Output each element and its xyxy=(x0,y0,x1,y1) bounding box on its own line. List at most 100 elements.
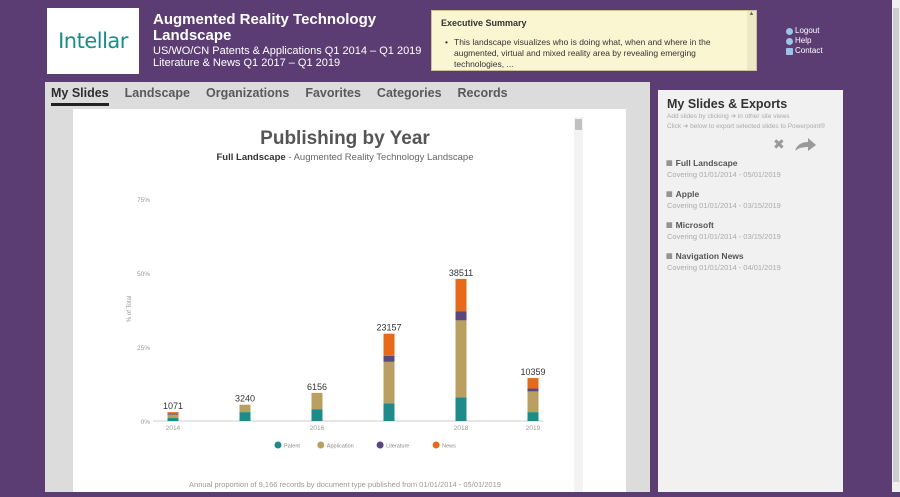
tab-landscape[interactable]: Landscape xyxy=(125,86,190,106)
slide-name-row: ▦ Full Landscape xyxy=(666,158,781,168)
bar-total-label: 38511 xyxy=(449,268,473,278)
export-arrow-icon[interactable] xyxy=(793,137,817,153)
x-tick-label: 2014 xyxy=(166,425,181,432)
bar-segment-patent[interactable] xyxy=(527,412,539,421)
legend-swatch xyxy=(432,441,440,449)
top-links: Logout Help Contact xyxy=(786,26,823,56)
bar-segment-application[interactable] xyxy=(311,392,323,410)
chart-card: Publishing by Year Full Landscape - Augm… xyxy=(73,109,626,492)
legend-label: Application xyxy=(327,444,354,450)
legend-label: Literature xyxy=(386,444,409,450)
bar-segment-application[interactable] xyxy=(167,414,179,419)
bar-segment-patent[interactable] xyxy=(239,412,251,421)
bar-segment-news[interactable] xyxy=(383,333,395,356)
logo-text: Intellar xyxy=(58,29,128,53)
legend-swatch xyxy=(274,441,282,449)
bar-segment-patent[interactable] xyxy=(167,418,179,421)
side-note-line-2: Click ➔ below to export selected slides … xyxy=(667,123,826,130)
legend-swatch xyxy=(376,441,384,449)
executive-summary-body: This landscape visualizes who is doing w… xyxy=(445,37,744,70)
bar-segment-application[interactable] xyxy=(239,404,251,413)
bar-total-label: 6156 xyxy=(307,382,327,392)
help-icon xyxy=(786,37,793,45)
page-subtitle: US/WO/CN Patents & Applications Q1 2014 … xyxy=(153,45,421,69)
bar-segment-news[interactable] xyxy=(167,412,179,414)
bar-segment-patent[interactable] xyxy=(311,409,323,421)
bar-segment-literature[interactable] xyxy=(383,355,395,362)
list-item[interactable]: ▦ Full Landscape Covering 01/01/2014 - 05… xyxy=(666,158,781,179)
slide-range: Covering 01/01/2014 - 03/15/2019 xyxy=(667,232,781,241)
logout-link[interactable]: Logout xyxy=(786,26,823,36)
page-title: Augmented Reality Technology Landscape xyxy=(153,11,377,44)
bar-segment-news[interactable] xyxy=(455,278,467,312)
tab-organizations[interactable]: Organizations xyxy=(206,86,289,106)
bar-segment-literature[interactable] xyxy=(455,311,467,321)
executive-summary-box[interactable]: Executive Summary This landscape visuali… xyxy=(431,10,757,71)
slide-name-row: ▦ Apple xyxy=(666,189,781,199)
x-tick-label: 2018 xyxy=(454,425,469,432)
remove-slides-icon[interactable]: ✖ xyxy=(773,136,785,153)
building-icon: ▦ xyxy=(666,253,673,260)
chart-legend: Patent Application Literature News xyxy=(274,441,456,450)
slide-range: Covering 01/01/2014 - 04/01/2019 xyxy=(667,263,781,272)
chart-bars: 1071 3240 6156 23157 38511 10359 xyxy=(163,268,546,421)
chart-scrollbar[interactable] xyxy=(574,117,583,492)
legend-label: Patent xyxy=(284,444,300,450)
chart-title: Publishing by Year xyxy=(260,128,430,149)
chart-subtitle: Full Landscape - Augmented Reality Techn… xyxy=(217,152,474,163)
list-item[interactable]: ▦ Apple Covering 01/01/2014 - 03/15/2019 xyxy=(666,189,781,210)
chart-scrollbar-thumb[interactable] xyxy=(575,119,582,130)
tab-records[interactable]: Records xyxy=(458,86,508,106)
bar-segment-application[interactable] xyxy=(455,320,467,398)
x-tick-label: 2019 xyxy=(526,425,541,432)
logout-label: Logout xyxy=(795,26,820,35)
slide-name: Apple xyxy=(675,189,700,199)
executive-summary-title: Executive Summary xyxy=(441,18,527,28)
slide-name: Full Landscape xyxy=(675,158,738,168)
side-actions: ✖ xyxy=(773,136,817,153)
tab-categories[interactable]: Categories xyxy=(377,86,442,106)
slide-name-row: ▦ Microsoft xyxy=(666,220,781,230)
main-panel: My Slides Landscape Organizations Favori… xyxy=(45,82,650,492)
page-scrollbar-thumb[interactable] xyxy=(893,8,899,482)
tab-my-slides[interactable]: My Slides xyxy=(51,86,109,106)
y-tick-label: 50% xyxy=(137,271,150,278)
bar-segment-news[interactable] xyxy=(527,378,539,389)
bar-segment-application[interactable] xyxy=(527,391,539,413)
bar-total-label: 10359 xyxy=(520,367,545,377)
bar-segment-application[interactable] xyxy=(383,361,395,404)
slide-name-row: ▦ Navigation News xyxy=(666,251,781,261)
scroll-up-icon[interactable]: ▲ xyxy=(747,11,756,17)
legend-swatch xyxy=(317,441,325,449)
tab-favorites[interactable]: Favorites xyxy=(305,86,361,106)
bar-segment-patent[interactable] xyxy=(455,397,467,421)
chart-axes: 0% 25% 50% 75% 2014 2016 2018 2019 xyxy=(137,197,543,432)
page-scrollbar[interactable] xyxy=(892,0,900,492)
contact-label: Contact xyxy=(795,46,823,55)
logo[interactable]: Intellar xyxy=(47,8,139,74)
y-tick-label: 0% xyxy=(141,419,151,426)
my-slides-panel: My Slides & Exports Add slides by clicki… xyxy=(658,90,843,492)
bar-segment-literature[interactable] xyxy=(167,413,179,415)
side-panel-title: My Slides & Exports xyxy=(667,97,788,111)
y-tick-label: 75% xyxy=(137,197,150,204)
help-link[interactable]: Help xyxy=(786,36,823,46)
bar-total-label: 23157 xyxy=(376,323,401,333)
building-icon: ▦ xyxy=(666,160,673,167)
bar-segment-literature[interactable] xyxy=(527,388,539,392)
slide-name: Navigation News xyxy=(675,251,744,261)
building-icon: ▦ xyxy=(666,191,673,198)
list-item[interactable]: ▦ Navigation News Covering 01/01/2014 - 0… xyxy=(666,251,781,272)
contact-link[interactable]: Contact xyxy=(786,46,823,56)
chart-subtitle-bold: Full Landscape xyxy=(217,152,286,163)
bar-total-label: 3240 xyxy=(235,394,255,404)
building-icon: ▦ xyxy=(666,222,673,229)
slide-name: Microsoft xyxy=(675,220,714,230)
slide-range: Covering 01/01/2014 - 05/01/2019 xyxy=(667,170,781,179)
bar-segment-patent[interactable] xyxy=(383,403,395,421)
logout-icon xyxy=(786,27,793,35)
y-axis-label: % of Total xyxy=(127,296,133,322)
executive-summary-scrollbar[interactable]: ▲ xyxy=(747,11,756,70)
legend-label: News xyxy=(442,444,456,450)
list-item[interactable]: ▦ Microsoft Covering 01/01/2014 - 03/15/2… xyxy=(666,220,781,241)
